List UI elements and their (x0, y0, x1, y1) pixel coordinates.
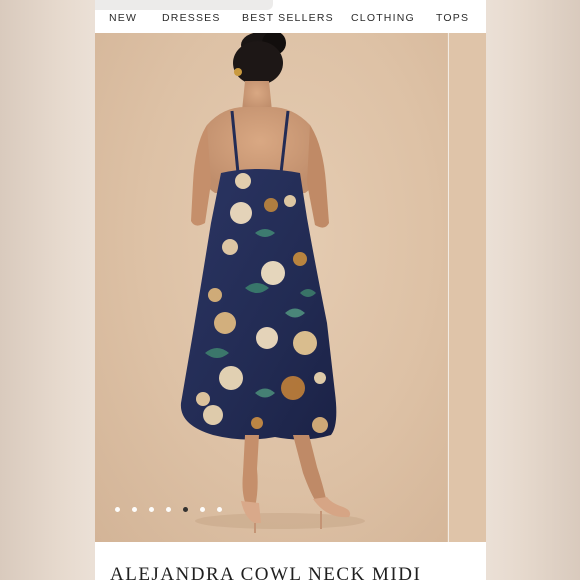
nav-item-tops[interactable]: TOPS (436, 12, 469, 24)
carousel-dot[interactable] (115, 506, 120, 512)
nav-item-new[interactable]: NEW (109, 12, 137, 24)
product-image-carousel[interactable] (95, 33, 486, 542)
product-title: ALEJANDRA COWL NECK MIDI (110, 564, 422, 580)
nav-item-best-sellers[interactable]: BEST SELLERS (242, 12, 334, 24)
product-image-next-peek[interactable] (448, 33, 486, 542)
status-bar-strip (95, 0, 273, 10)
carousel-dot[interactable] (149, 506, 154, 512)
nav-item-dresses[interactable]: DRESSES (162, 12, 221, 24)
carousel-dot-active[interactable] (183, 506, 188, 512)
carousel-dot[interactable] (217, 506, 222, 512)
carousel-pagination (115, 505, 222, 513)
dress-photo-illustration (180, 33, 365, 533)
carousel-dot[interactable] (166, 506, 171, 512)
mobile-product-page: NEW DRESSES BEST SELLERS CLOTHING TOPS A… (95, 0, 486, 580)
category-nav-bar: NEW DRESSES BEST SELLERS CLOTHING TOPS (95, 0, 486, 34)
carousel-dot[interactable] (132, 506, 137, 512)
nav-item-clothing[interactable]: CLOTHING (351, 12, 415, 24)
carousel-dot[interactable] (200, 506, 205, 512)
product-image-main[interactable] (95, 33, 447, 542)
product-info: ALEJANDRA COWL NECK MIDI (95, 542, 486, 580)
